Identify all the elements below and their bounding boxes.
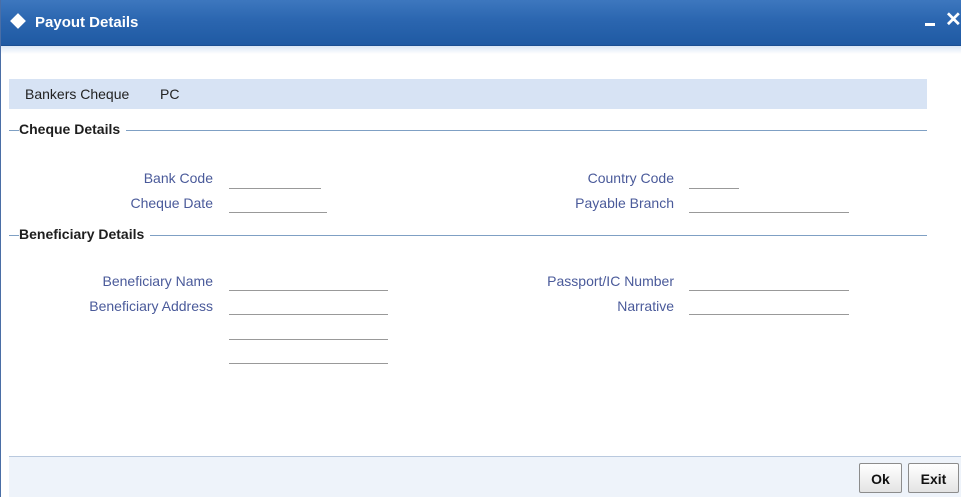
window-diamond-icon [10,13,26,29]
bank-code-label: Bank Code [143,170,213,186]
exit-button[interactable]: Exit [908,463,959,493]
payout-code-text: PC [160,86,180,102]
beneficiary-address-label: Beneficiary Address [89,298,213,314]
cheque-date-label: Cheque Date [130,195,213,211]
narrative-input[interactable] [689,314,849,315]
country-code-label: Country Code [587,170,674,186]
bank-code-input[interactable] [229,188,321,189]
title-shadow-bar [1,46,961,54]
country-code-input[interactable] [689,188,739,189]
footer-bar [9,457,961,497]
ok-button[interactable]: Ok [859,463,902,493]
minimize-icon[interactable] [923,14,937,28]
cheque-details-section-header: Cheque Details [9,121,927,141]
beneficiary-address-line-3-input[interactable] [229,363,388,364]
beneficiary-name-input[interactable] [229,290,388,291]
beneficiary-address-line-2-input[interactable] [229,339,388,340]
cheque-details-title: Cheque Details [19,121,127,137]
beneficiary-name-label: Beneficiary Name [102,273,214,289]
window-title: Payout Details [35,14,139,31]
payout-details-window: Payout Details ✕ Bankers Cheque PC Chequ… [0,0,961,497]
close-icon[interactable]: ✕ [945,10,961,30]
beneficiary-details-section-header: Beneficiary Details [9,226,927,246]
cheque-date-input[interactable] [229,212,327,213]
beneficiary-details-title: Beneficiary Details [19,226,151,242]
beneficiary-address-line-1-input[interactable] [229,314,388,315]
payout-type-text: Bankers Cheque [25,86,130,102]
passport-ic-number-input[interactable] [689,290,849,291]
payout-type-strip: Bankers Cheque PC [9,79,927,109]
section-divider [9,130,927,131]
payable-branch-label: Payable Branch [575,195,674,211]
passport-ic-number-label: Passport/IC Number [547,273,674,289]
title-bar: Payout Details ✕ [1,0,961,46]
payable-branch-input[interactable] [689,212,849,213]
narrative-label: Narrative [617,298,674,314]
